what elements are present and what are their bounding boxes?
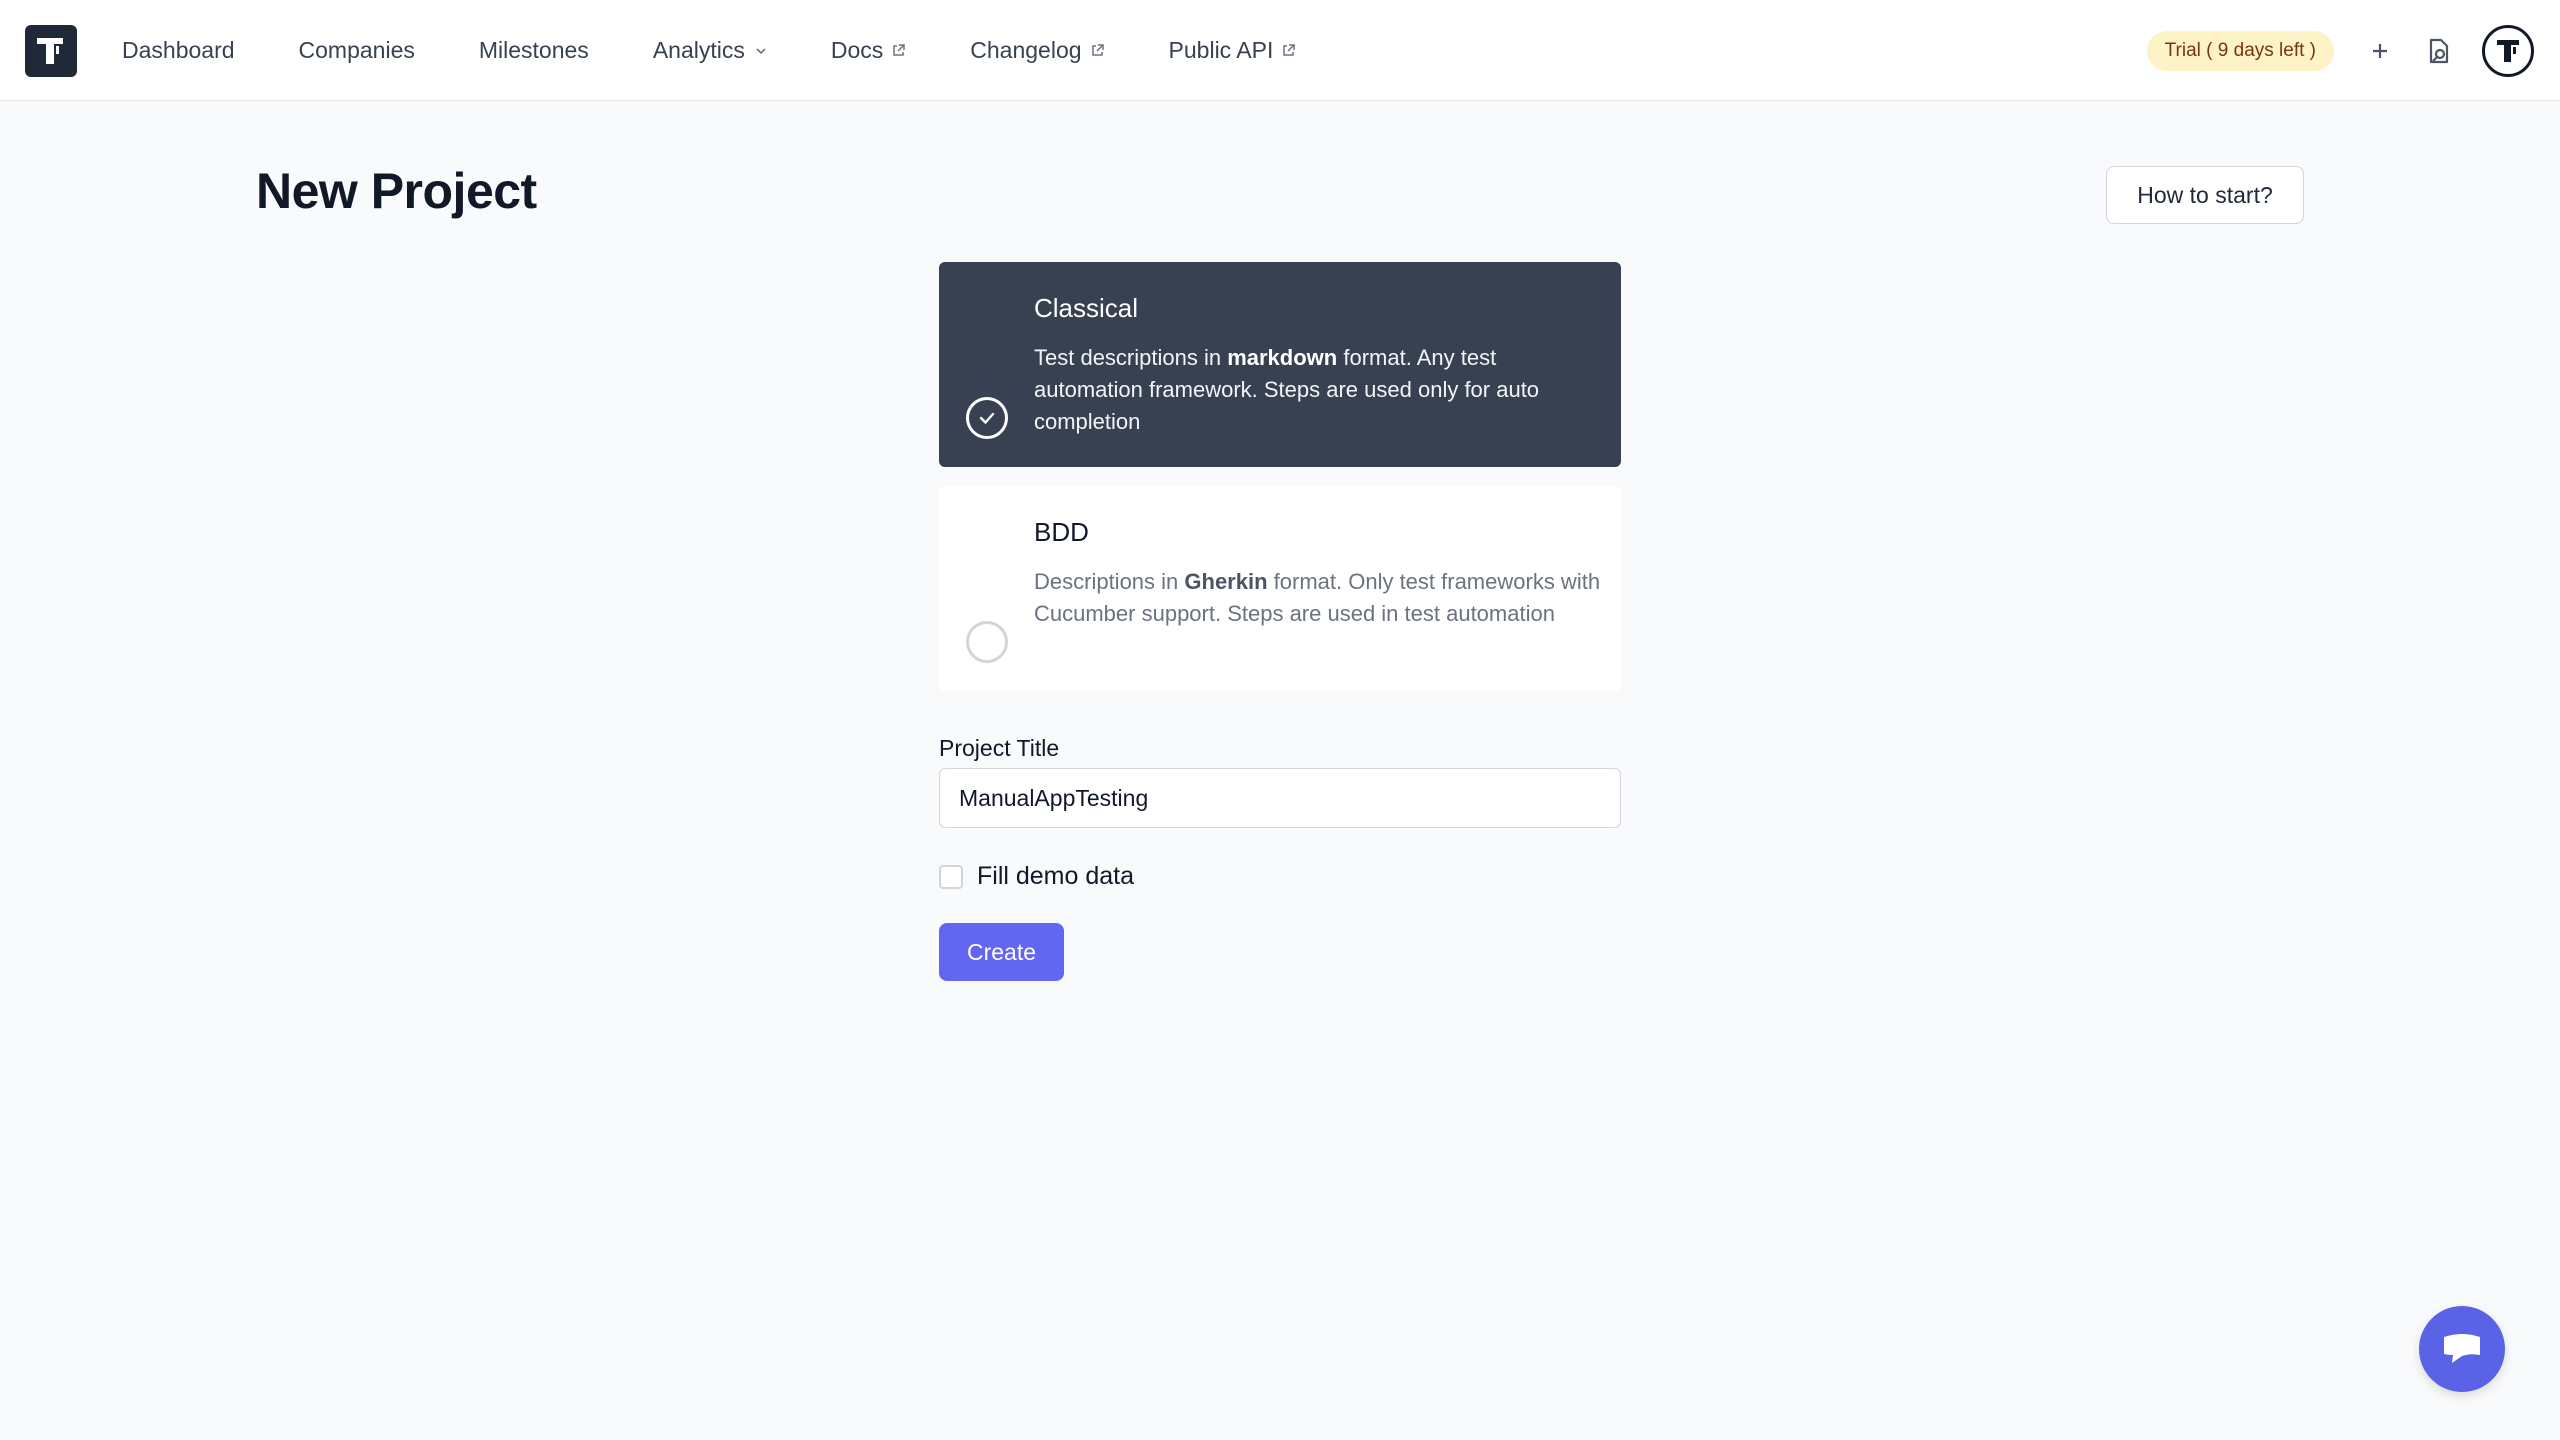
external-link-icon xyxy=(1281,43,1296,58)
chevron-down-icon xyxy=(755,45,767,57)
nav-companies-label: Companies xyxy=(298,37,415,63)
nav-companies[interactable]: Companies xyxy=(299,37,415,64)
testomat-logo-icon[interactable] xyxy=(25,25,77,77)
radio-unchecked-icon[interactable] xyxy=(966,621,1008,663)
desc-text: Descriptions in xyxy=(1034,569,1185,594)
project-title-input[interactable] xyxy=(939,768,1621,828)
chat-widget-button[interactable] xyxy=(2419,1306,2505,1392)
project-title-label: Project Title xyxy=(939,735,1060,761)
new-project-form: Classical Test descriptions in markdown … xyxy=(939,262,1621,981)
radio-checked-icon[interactable] xyxy=(966,397,1008,439)
project-type-description: Descriptions in Gherkin format. Only tes… xyxy=(1034,566,1604,630)
top-navbar: Dashboard Companies Milestones Analytics… xyxy=(0,0,2560,101)
plus-icon[interactable] xyxy=(2370,41,2390,61)
page-title: New Project xyxy=(256,163,537,219)
nav-public-api-label: Public API xyxy=(1168,37,1274,63)
document-search-icon[interactable] xyxy=(2426,37,2452,65)
main-nav: Dashboard Companies Milestones Analytics… xyxy=(122,0,1360,101)
header-tools: Trial ( 9 days left ) xyxy=(2146,0,2534,101)
fill-demo-row: Fill demo data xyxy=(939,862,1621,891)
project-type-bdd[interactable]: BDD Descriptions in Gherkin format. Only… xyxy=(939,486,1621,691)
user-avatar-icon[interactable] xyxy=(2482,24,2534,77)
nav-milestones[interactable]: Milestones xyxy=(479,37,589,64)
nav-milestones-label: Milestones xyxy=(478,37,589,63)
desc-format: Gherkin xyxy=(1184,569,1268,594)
nav-dashboard-label: Dashboard xyxy=(122,37,235,63)
nav-docs[interactable]: Docs xyxy=(831,37,906,64)
create-button[interactable]: Create xyxy=(939,923,1064,981)
nav-dashboard[interactable]: Dashboard xyxy=(122,37,235,64)
fill-demo-checkbox[interactable] xyxy=(939,864,963,889)
external-link-icon xyxy=(891,43,906,58)
fill-demo-label[interactable]: Fill demo data xyxy=(977,862,1134,891)
project-type-title: Classical xyxy=(1034,293,1139,323)
external-link-icon xyxy=(1090,43,1105,58)
chat-bubble-icon xyxy=(2440,1329,2484,1369)
trial-badge[interactable]: Trial ( 9 days left ) xyxy=(2146,30,2334,71)
project-type-title: BDD xyxy=(1034,517,1089,547)
how-to-start-button[interactable]: How to start? xyxy=(2106,166,2304,224)
project-type-classical[interactable]: Classical Test descriptions in markdown … xyxy=(939,262,1621,467)
desc-format: markdown xyxy=(1227,345,1338,370)
nav-analytics[interactable]: Analytics xyxy=(653,37,767,64)
nav-changelog[interactable]: Changelog xyxy=(970,37,1104,64)
nav-analytics-label: Analytics xyxy=(652,37,745,63)
desc-text: Test descriptions in xyxy=(1034,345,1228,370)
nav-docs-label: Docs xyxy=(830,37,884,63)
project-type-description: Test descriptions in markdown format. An… xyxy=(1034,342,1604,438)
nav-changelog-label: Changelog xyxy=(970,37,1082,63)
nav-public-api[interactable]: Public API xyxy=(1169,37,1297,64)
